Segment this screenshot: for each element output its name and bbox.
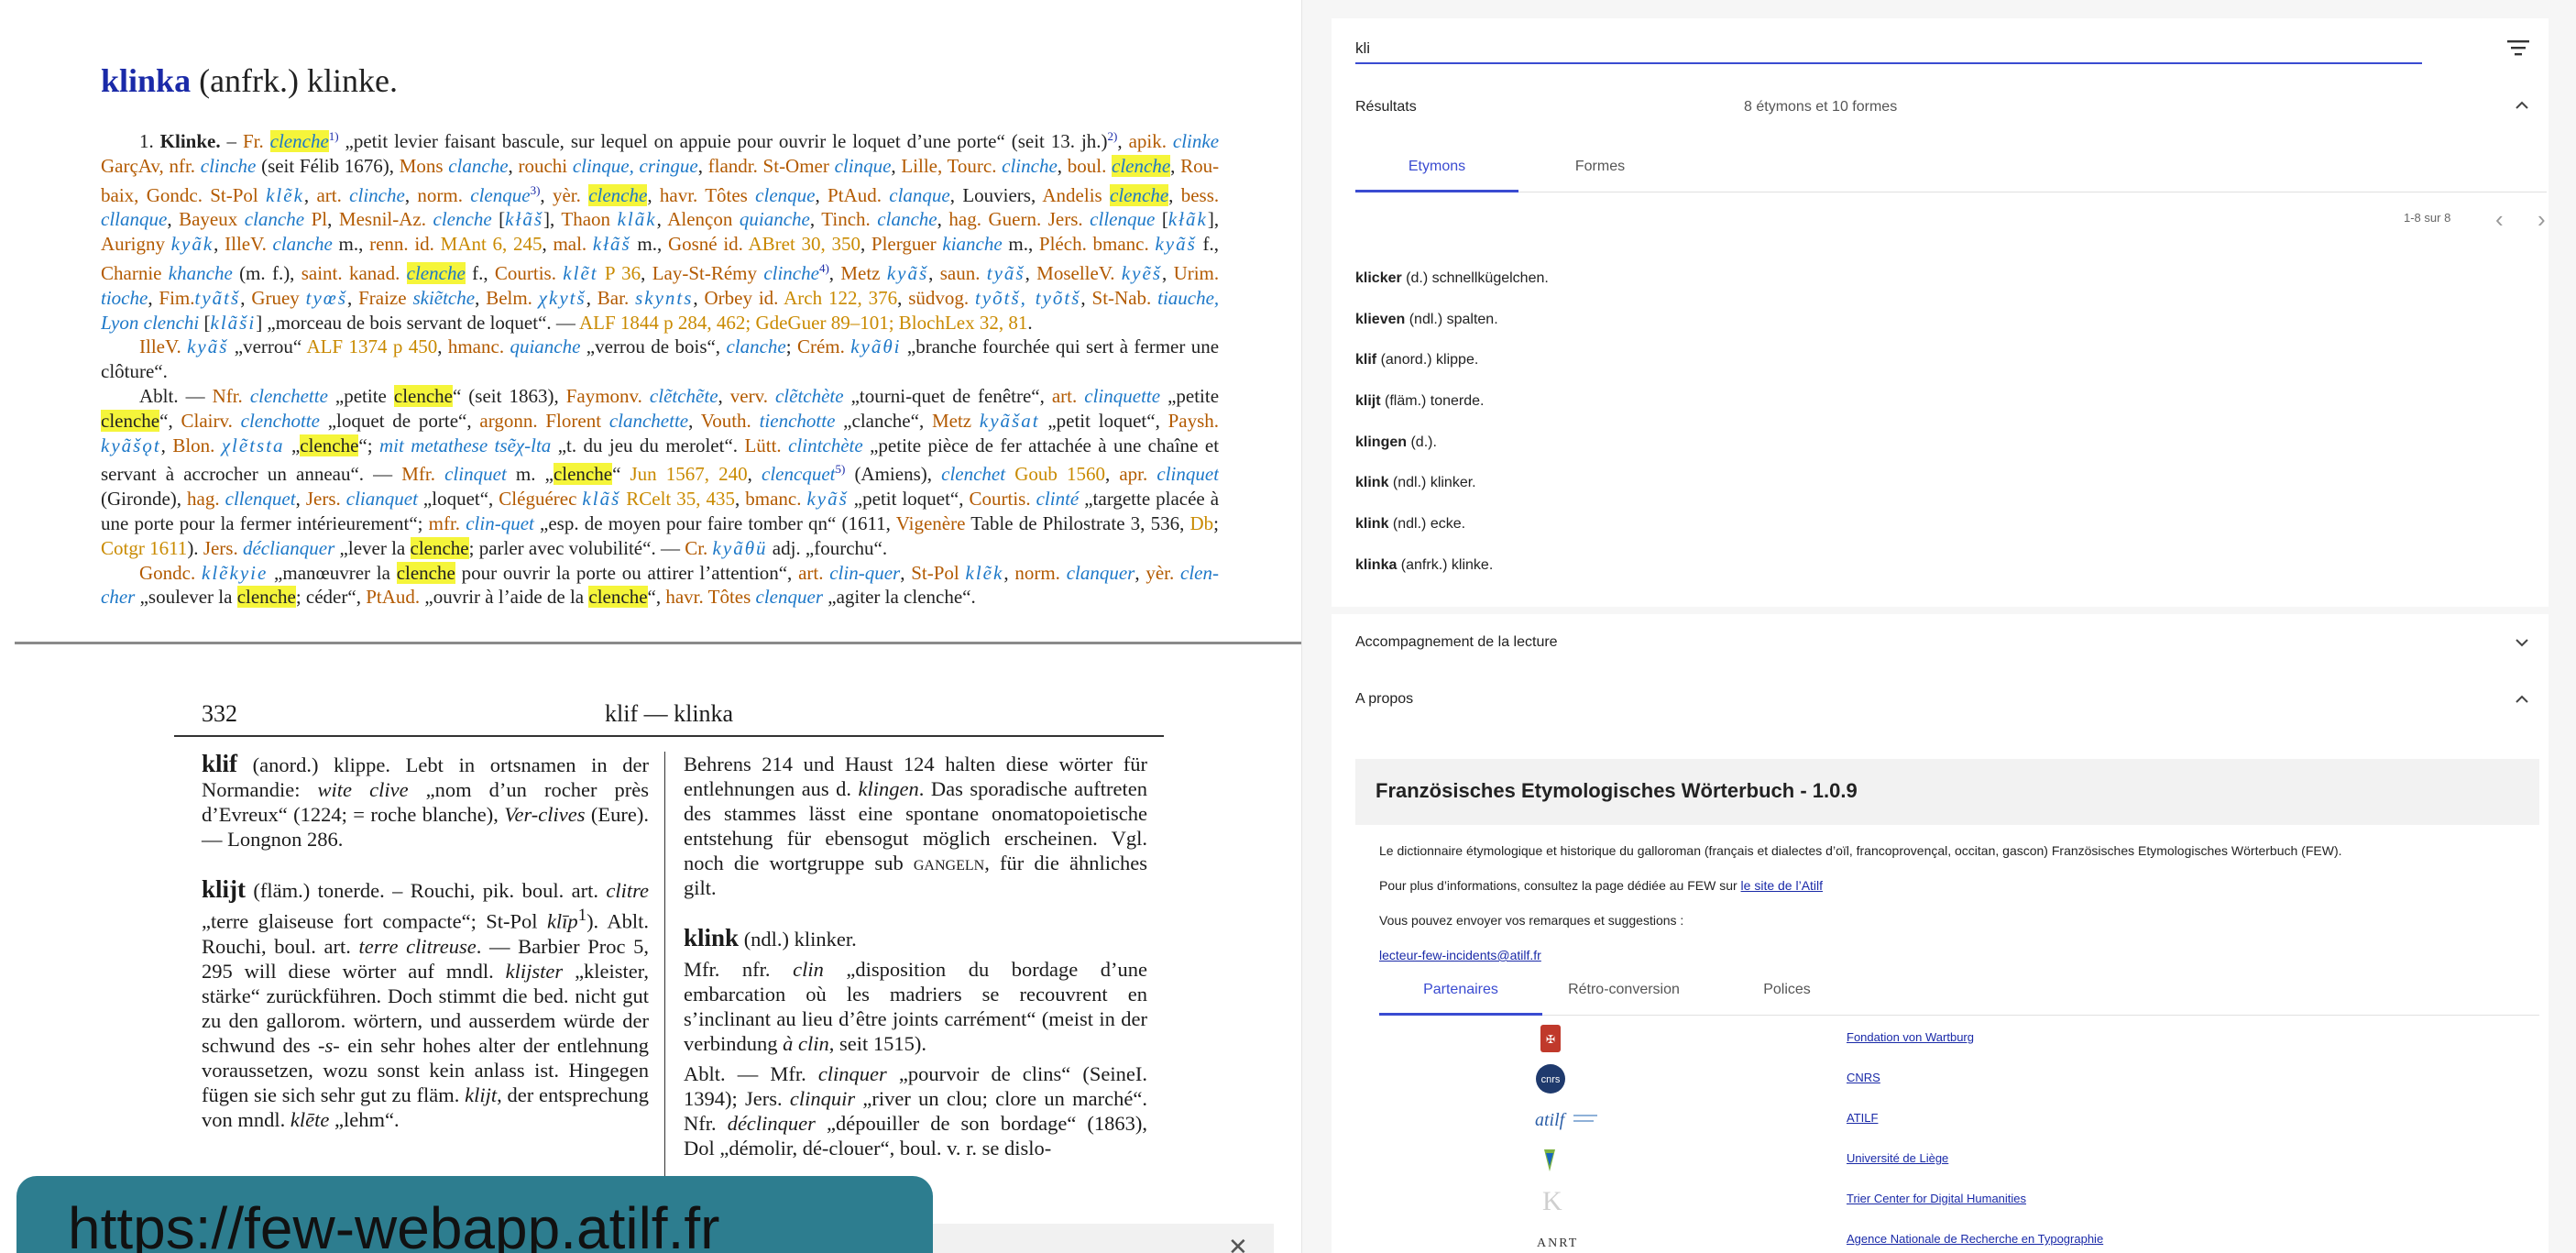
svg-text:cnrs: cnrs <box>1541 1074 1561 1085</box>
scan-column-left: klif (anord.) klippe. Lebt in ortsnamen … <box>202 750 650 1131</box>
few-feedback-email: lecteur-few-incidents@atilf.fr <box>1379 948 1541 962</box>
few-info-header: Französisches Etymologisches Wörterbuch … <box>1355 759 2539 825</box>
chevron-right-icon[interactable]: › <box>2538 205 2546 234</box>
scan-headword-klif: klif <box>202 750 238 777</box>
split-divider[interactable] <box>15 642 1301 644</box>
partner-row: cnrs CNRS <box>1379 1058 2539 1098</box>
list-item[interactable]: klinka (anfrk.) klinke. <box>1355 545 2455 587</box>
svg-text:ANRT: ANRT <box>1537 1237 1578 1250</box>
wartburg-logo-icon: ✠ <box>1540 1025 1561 1052</box>
article-headword: klinka <box>101 62 192 99</box>
chevron-down-icon[interactable] <box>2514 634 2530 651</box>
close-icon[interactable]: ✕ <box>1228 1233 1248 1253</box>
list-item[interactable]: klif (anord.) klippe. <box>1355 340 2455 381</box>
partner-row: atilf ATILF <box>1379 1098 2539 1138</box>
list-item[interactable]: klink (ndl.) ecke. <box>1355 504 2455 545</box>
list-item[interactable]: klijt (fläm.) tonerde. <box>1355 381 2455 423</box>
scan-header: 332 klif — klinka <box>174 697 1164 737</box>
partner-link[interactable]: Fondation von Wartburg <box>1847 1030 1974 1044</box>
scan-running-head: klif — klinka <box>605 700 734 727</box>
svg-text:✠: ✠ <box>1546 1033 1555 1046</box>
pager-range: 1-8 sur 8 <box>2404 211 2451 225</box>
partner-link[interactable]: Université de Liège <box>1847 1151 1948 1165</box>
partner-link[interactable]: ATILF <box>1847 1111 1878 1125</box>
scanned-page: 332 klif — klinka klif (anord.) klippe. … <box>174 697 1164 1253</box>
reader-pane: klinka (anfrk.) klinke. 1. Klinke. – Fr.… <box>0 0 1301 1253</box>
scan-column-right: Behrens 214 und Haust 124 halten diese w… <box>684 753 1147 1160</box>
liege-logo-icon <box>1544 1149 1555 1171</box>
partner-row: ✠ Fondation von Wartburg <box>1379 1017 2539 1058</box>
scan-headword-klijt: klijt <box>202 875 247 903</box>
chevron-up-icon[interactable] <box>2514 691 2530 708</box>
tab-retro-conversion[interactable]: Rétro-conversion <box>1542 972 1705 1016</box>
scan-footer-bar <box>933 1224 1274 1253</box>
few-feedback-text: Vous pouvez envoyer vos remarques et sug… <box>1379 913 1684 928</box>
tab-partenaires[interactable]: Partenaires <box>1379 972 1542 1016</box>
partner-link[interactable]: CNRS <box>1847 1071 1880 1084</box>
apropos-title: A propos <box>1355 691 1414 707</box>
article-headword-gloss: (anfrk.) klinke. <box>191 62 398 99</box>
search-input[interactable] <box>1355 35 2422 64</box>
atilf-site-link[interactable]: le site de l’Atilf <box>1741 878 1823 893</box>
sidebar-panel: Résultats 8 étymons et 10 formes Etymons… <box>1301 0 2576 1253</box>
results-title: Résultats <box>1355 99 1417 115</box>
scan-headword-klif-gloss: (anord.) klippe. <box>237 753 391 776</box>
chevron-up-icon[interactable] <box>2514 97 2530 114</box>
accompagnement-section[interactable]: Accompagnement de la lecture <box>1332 614 2549 671</box>
tab-etymons[interactable]: Etymons <box>1355 141 1518 192</box>
partner-link[interactable]: Trier Center for Digital Humanities <box>1847 1192 2026 1205</box>
partner-row: Université de Liège <box>1379 1138 2539 1179</box>
etymon-list: klicker (d.) schnellkügelchen. klieven (… <box>1355 258 2455 587</box>
trier-logo-icon: K <box>1542 1186 1562 1215</box>
email-link[interactable]: lecteur-few-incidents@atilf.fr <box>1379 948 1541 962</box>
cnrs-logo-icon: cnrs <box>1536 1064 1565 1094</box>
few-version-title: Französisches Etymologisches Wörterbuch … <box>1376 779 1858 802</box>
chevron-left-icon[interactable]: ‹ <box>2495 205 2504 234</box>
accompagnement-title: Accompagnement de la lecture <box>1355 634 1558 650</box>
results-panel: Résultats 8 étymons et 10 formes Etymons… <box>1332 75 2549 607</box>
svg-text:atilf: atilf <box>1535 1110 1567 1130</box>
list-item[interactable]: klicker (d.) schnellkügelchen. <box>1355 258 2455 300</box>
article-body: 1. Klinke. – Fr. clenche1) „petit levier… <box>101 129 1219 609</box>
article-title: klinka (anfrk.) klinke. <box>101 59 1219 103</box>
url-banner: https://few-webapp.atilf.fr <box>16 1176 933 1253</box>
scan-headword-klink-gloss: (ndl.) klinker. <box>739 928 857 951</box>
scan-headword-klijt-gloss: (fläm.) tonerde. <box>246 879 385 902</box>
scan-page-number: 332 <box>202 700 237 727</box>
partner-row: K Trier Center for Digital Humanities <box>1379 1179 2539 1219</box>
atilf-logo-icon: atilf <box>1535 1110 1597 1130</box>
results-count: 8 étymons et 10 formes <box>1744 99 1898 115</box>
list-item[interactable]: klieven (ndl.) spalten. <box>1355 300 2455 341</box>
partner-link[interactable]: Agence Nationale de Recherche en Typogra… <box>1847 1232 2103 1246</box>
apropos-tabs: Partenaires Rétro-conversion Polices <box>1379 972 2539 1016</box>
few-description: Le dictionnaire étymologique et historiq… <box>1379 843 2342 858</box>
filter-icon[interactable] <box>2506 38 2530 57</box>
tab-formes[interactable]: Formes <box>1518 141 1682 192</box>
partner-row: ANRT Agence Nationale de Recherche en Ty… <box>1379 1219 2539 1253</box>
list-item[interactable]: klink (ndl.) klinker. <box>1355 463 2455 504</box>
results-tabs: Etymons Formes <box>1355 141 2547 192</box>
article-text: klinka (anfrk.) klinke. 1. Klinke. – Fr.… <box>101 59 1219 636</box>
few-more-info: Pour plus d’informations, consultez la p… <box>1379 878 1824 893</box>
list-item[interactable]: klingen (d.). <box>1355 423 2455 464</box>
url-banner-text: https://few-webapp.atilf.fr <box>68 1195 720 1253</box>
tab-polices[interactable]: Polices <box>1705 972 1869 1016</box>
svg-text:K: K <box>1542 1186 1562 1215</box>
anrt-logo-icon: ANRT <box>1537 1237 1578 1250</box>
scan-headword-klink: klink <box>684 924 740 951</box>
